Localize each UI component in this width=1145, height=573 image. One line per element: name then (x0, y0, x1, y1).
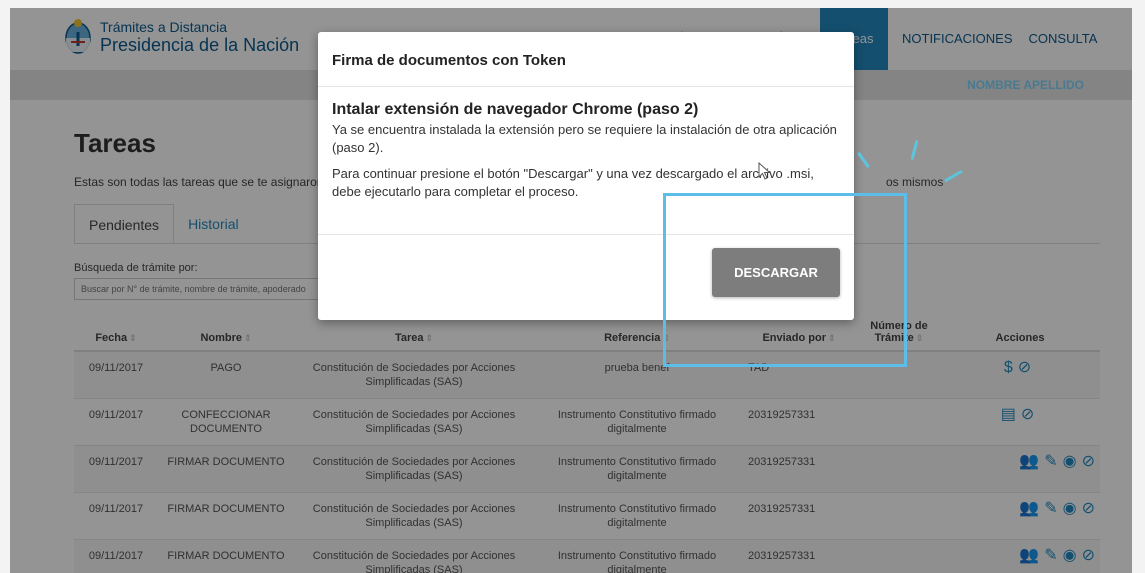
modal-paragraph-1: Ya se encuentra instalada la extensión p… (332, 122, 837, 155)
modal-subtitle: Intalar extensión de navegador Chrome (p… (332, 101, 699, 118)
browser-viewport: Trámites a Distancia Presidencia de la N… (10, 8, 1132, 573)
mouse-cursor-icon (758, 162, 771, 180)
modal-title: Firma de documentos con Token (318, 32, 854, 87)
click-highlight-box (663, 193, 907, 367)
